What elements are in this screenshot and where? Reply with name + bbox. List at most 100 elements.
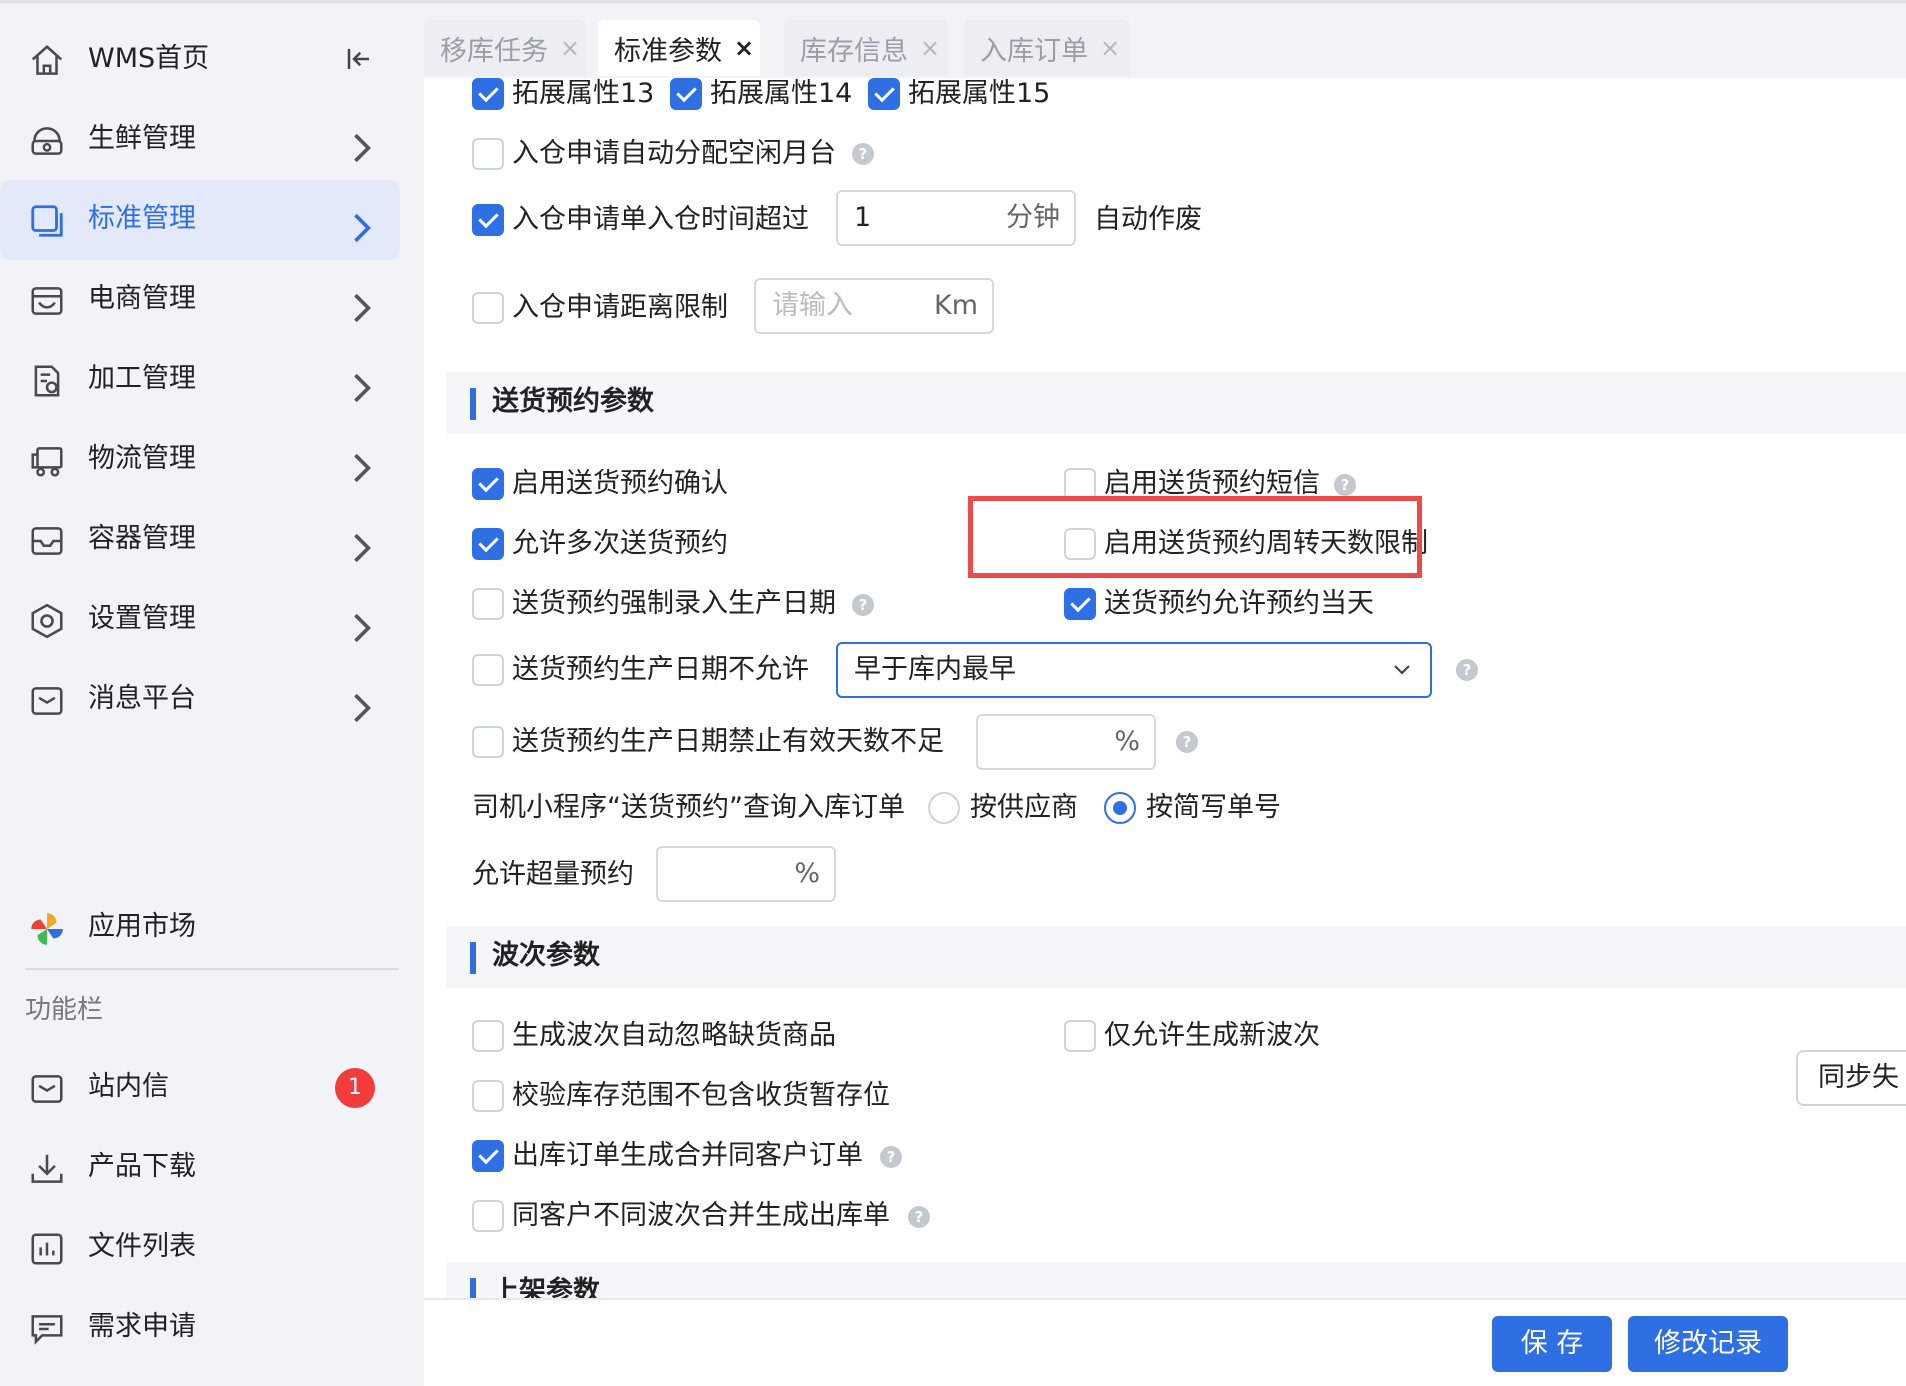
help-icon[interactable]: ? — [1456, 659, 1478, 681]
overbook-label: 允许超量预约 — [472, 859, 634, 890]
settings-icon — [28, 602, 66, 640]
new-wave-only-label: 仅允许生成新波次 — [1104, 1020, 1320, 1051]
sidebar-item-fresh[interactable]: 生鲜管理 — [0, 100, 400, 180]
sidebar-item-label: WMS首页 — [88, 43, 210, 74]
checkbox-date-not-allow[interactable] — [472, 654, 504, 686]
help-icon[interactable]: ? — [852, 594, 874, 616]
checkbox-ext13[interactable] — [472, 78, 504, 110]
by-supplier-label: 按供应商 — [970, 792, 1078, 823]
tab-bar: 移库任务 × 标准参数 × 库存信息 × 入库订单 × — [424, 0, 1906, 78]
checkbox-ext15[interactable] — [868, 78, 900, 110]
checkbox-auto-dock[interactable] — [472, 138, 504, 170]
section-title: 上架参数 — [492, 1276, 600, 1298]
timeout-value: 1 — [854, 202, 872, 233]
sidebar-item-label: 消息平台 — [88, 683, 196, 714]
timeout-unit: 分钟 — [1006, 202, 1060, 233]
overbook-input[interactable]: % — [656, 846, 836, 902]
timeout-label: 入仓申请单入仓时间超过 — [512, 204, 809, 235]
sidebar-item-ecommerce[interactable]: 电商管理 — [0, 260, 400, 340]
tab-inventory[interactable]: 库存信息 × — [784, 20, 948, 76]
sidebar-item-settings[interactable]: 设置管理 — [0, 580, 400, 660]
shelf-life-label: 送货预约生产日期禁止有效天数不足 — [512, 726, 944, 757]
radio-by-short-no[interactable] — [1104, 792, 1136, 824]
checkbox-same-day[interactable] — [1064, 588, 1096, 620]
checkbox-shelf-life[interactable] — [472, 726, 504, 758]
tab-inbound-orders[interactable]: 入库订单 × — [964, 20, 1130, 76]
percent-unit: % — [1114, 726, 1140, 757]
save-button[interactable]: 保 存 — [1492, 1316, 1612, 1372]
request-icon — [28, 1310, 66, 1348]
help-icon[interactable]: ? — [852, 143, 874, 165]
help-icon[interactable]: ? — [880, 1146, 902, 1168]
checkbox-exclude-staging[interactable] — [472, 1080, 504, 1112]
sidebar-item-message[interactable]: 消息平台 — [0, 660, 400, 740]
checkbox-force-date[interactable] — [472, 588, 504, 620]
ext14-label: 拓展属性14 — [710, 78, 853, 109]
date-not-allow-label: 送货预约生产日期不允许 — [512, 654, 809, 685]
truck-icon — [28, 442, 66, 480]
checkbox-ignore-shortage[interactable] — [472, 1020, 504, 1052]
fresh-icon — [28, 122, 66, 160]
sync-button[interactable]: 同步失 — [1796, 1050, 1906, 1106]
timeout-input[interactable]: 1 分钟 — [836, 190, 1076, 246]
section-delivery: 送货预约参数 — [446, 372, 1906, 434]
func-item-request[interactable]: 需求申请 — [0, 1288, 400, 1368]
close-icon[interactable]: × — [560, 34, 580, 62]
percent-unit: % — [794, 858, 820, 889]
checkbox-merge-diff-wave[interactable] — [472, 1200, 504, 1232]
close-icon[interactable]: × — [1100, 34, 1120, 62]
distance-input[interactable]: 请输入 Km — [754, 278, 994, 334]
delivery-confirm-label: 启用送货预约确认 — [512, 468, 728, 499]
close-icon[interactable]: × — [734, 34, 754, 62]
tab-label: 标准参数 — [614, 35, 722, 67]
section-title: 波次参数 — [492, 940, 600, 971]
sidebar-item-label: 生鲜管理 — [88, 123, 196, 154]
checkbox-new-wave-only[interactable] — [1064, 1020, 1096, 1052]
chevron-right-icon — [350, 126, 372, 163]
help-icon[interactable]: ? — [908, 1206, 930, 1228]
force-date-label: 送货预约强制录入生产日期 — [512, 588, 836, 619]
sidebar-item-container[interactable]: 容器管理 — [0, 500, 400, 580]
tab-label: 移库任务 — [440, 35, 548, 67]
sidebar-item-logistics[interactable]: 物流管理 — [0, 420, 400, 500]
checkbox-distance[interactable] — [472, 292, 504, 324]
chevron-right-icon — [350, 686, 372, 723]
help-icon[interactable]: ? — [1176, 731, 1198, 753]
chevron-right-icon — [350, 206, 372, 243]
sidebar-item-processing[interactable]: 加工管理 — [0, 340, 400, 420]
app-market[interactable]: 应用市场 — [0, 888, 400, 968]
tab-label: 库存信息 — [800, 35, 908, 67]
close-icon[interactable]: × — [920, 34, 940, 62]
ext15-label: 拓展属性15 — [908, 78, 1051, 109]
checkbox-timeout[interactable] — [472, 204, 504, 236]
checkbox-ext14[interactable] — [670, 78, 702, 110]
help-icon[interactable]: ? — [1334, 474, 1356, 496]
app-market-label: 应用市场 — [88, 911, 196, 942]
sidebar-item-standard[interactable]: 标准管理 — [0, 180, 400, 260]
radio-by-supplier[interactable] — [928, 792, 960, 824]
tab-label: 入库订单 — [980, 35, 1088, 67]
tab-move-task[interactable]: 移库任务 × — [424, 20, 586, 76]
sidebar-item-home[interactable]: WMS首页 — [0, 20, 400, 100]
store-icon — [28, 282, 66, 320]
container-icon — [28, 522, 66, 560]
date-rule-select[interactable]: 早于库内最早 — [836, 642, 1432, 698]
func-item-download[interactable]: 产品下载 — [0, 1128, 400, 1208]
driver-query-label: 司机小程序“送货预约”查询入库订单 — [472, 792, 905, 823]
checkbox-delivery-confirm[interactable] — [472, 468, 504, 500]
chevron-right-icon — [350, 606, 372, 643]
message-icon — [28, 682, 66, 720]
collapse-sidebar-icon[interactable] — [344, 44, 374, 74]
checkbox-delivery-multi[interactable] — [472, 528, 504, 560]
page: WMS首页 生鲜管理 标准管理 电商管理 加工管理 物流管理 容器管理 设置管理 — [0, 0, 1906, 1386]
divider — [25, 968, 399, 970]
history-button[interactable]: 修改记录 — [1628, 1316, 1788, 1372]
func-item-files[interactable]: 文件列表 — [0, 1208, 400, 1288]
shelf-life-input[interactable]: % — [976, 714, 1156, 770]
sidebar-item-label: 物流管理 — [88, 443, 196, 474]
tab-standard-params[interactable]: 标准参数 × — [598, 20, 760, 76]
chevron-down-icon — [1390, 658, 1414, 682]
checkbox-merge-same-customer[interactable] — [472, 1140, 504, 1172]
chevron-right-icon — [350, 446, 372, 483]
sidebar-item-label: 标准管理 — [88, 203, 196, 234]
